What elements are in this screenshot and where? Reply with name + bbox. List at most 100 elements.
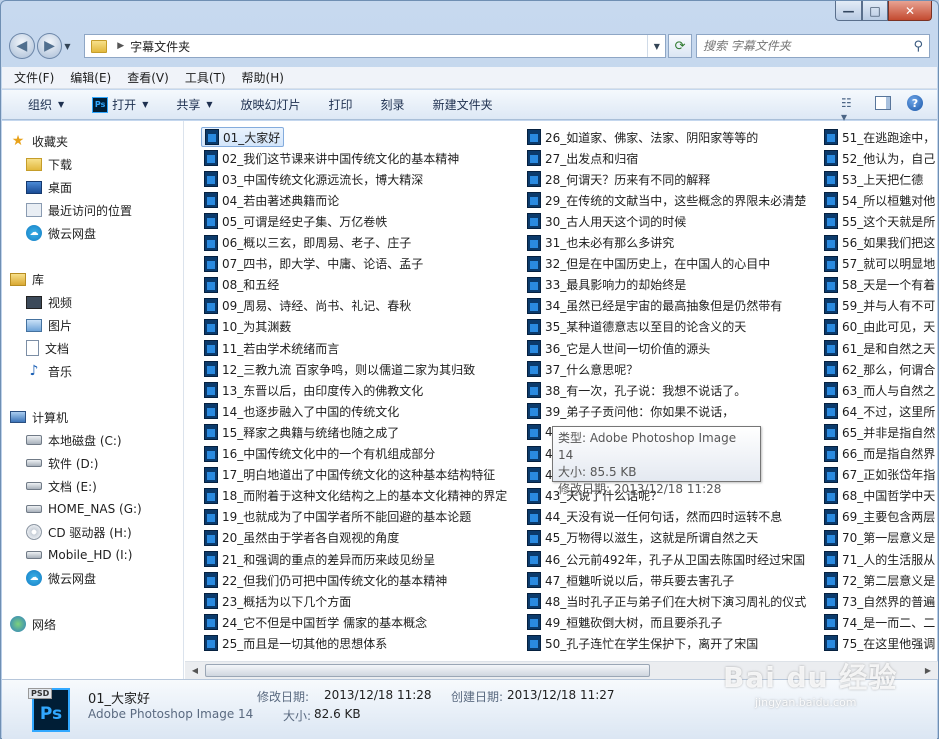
nav-downloads[interactable]: 下载 bbox=[26, 154, 72, 174]
scrollbar-thumb[interactable] bbox=[205, 664, 650, 677]
change-view-icon[interactable]: ☷ ▾ bbox=[841, 96, 859, 124]
nav-computer[interactable]: 计算机 bbox=[10, 407, 68, 427]
file-item[interactable]: 63_而人与自然之 bbox=[821, 380, 938, 400]
file-item[interactable]: 58_天是一个有着 bbox=[821, 275, 938, 295]
scroll-right-icon[interactable]: ▶ bbox=[920, 663, 936, 678]
file-item[interactable]: 52_他认为，自己 bbox=[821, 148, 938, 168]
file-item[interactable]: 33_最具影响力的却始终是 bbox=[524, 275, 689, 295]
file-item[interactable]: 31_也未必有那么多讲究 bbox=[524, 233, 677, 253]
file-item[interactable]: 70_第一层意义是 bbox=[821, 528, 938, 548]
file-item[interactable]: 51_在逃跑途中， bbox=[821, 127, 938, 147]
file-item[interactable]: 21_和强调的重点的差异而历来歧见纷呈 bbox=[201, 549, 438, 569]
file-item[interactable]: 01_大家好 bbox=[201, 127, 285, 147]
nav-drive-e[interactable]: 文档 (E:) bbox=[26, 476, 97, 496]
maximize-button[interactable]: □ bbox=[862, 1, 888, 21]
open-button[interactable]: Ps 打开 ▼ bbox=[92, 96, 148, 113]
file-item[interactable]: 20_虽然由于学者各自观视的角度 bbox=[201, 528, 402, 548]
file-item[interactable]: 48_当时孔子正与弟子们在大树下演习周礼的仪式 bbox=[524, 591, 809, 611]
file-item[interactable]: 09_周易、诗经、尚书、礼记、春秋 bbox=[201, 296, 414, 316]
menu-view[interactable]: 查看(V) bbox=[127, 69, 169, 86]
nav-recent-places[interactable]: 最近访问的位置 bbox=[26, 200, 132, 220]
file-item[interactable]: 39_弟子子贡问他：你如果不说话， bbox=[524, 401, 737, 421]
file-item[interactable]: 06_概以三玄，即周易、老子、庄子 bbox=[201, 233, 414, 253]
file-item[interactable]: 71_人的生活服从 bbox=[821, 549, 938, 569]
nav-drive-h[interactable]: CD 驱动器 (H:) bbox=[26, 522, 132, 542]
file-item[interactable]: 74_是一而二、二 bbox=[821, 612, 938, 632]
file-item[interactable]: 57_就可以明显地 bbox=[821, 254, 938, 274]
back-button[interactable]: ◀ bbox=[9, 33, 35, 59]
file-item[interactable]: 13_东晋以后，由印度传入的佛教文化 bbox=[201, 380, 426, 400]
file-item[interactable]: 12_三教九流 百家争鸣，则以儒道二家为其归致 bbox=[201, 359, 478, 379]
file-item[interactable]: 37_什么意思呢？ bbox=[524, 359, 641, 379]
nav-favorites[interactable]: ★ 收藏夹 bbox=[10, 131, 68, 151]
address-dropdown[interactable]: ▼ bbox=[647, 35, 665, 57]
menu-file[interactable]: 文件(F) bbox=[14, 69, 54, 86]
file-item[interactable]: 50_孔子连忙在学生保护下，离开了宋国 bbox=[524, 633, 761, 653]
horizontal-scrollbar[interactable]: ◀ ▶ bbox=[185, 661, 938, 679]
file-item[interactable]: 62_那么，何谓合 bbox=[821, 359, 938, 379]
file-item[interactable]: 47_桓魋听说以后，带兵要去害孔子 bbox=[524, 570, 737, 590]
file-item[interactable]: 23_概括为以下几个方面 bbox=[201, 591, 354, 611]
file-item[interactable]: 35_某种道德意志以至目的论含义的天 bbox=[524, 317, 749, 337]
file-item[interactable]: 05_可谓是经史子集、万亿卷帙 bbox=[201, 211, 390, 231]
file-item[interactable]: 73_自然界的普遍 bbox=[821, 591, 938, 611]
refresh-button[interactable]: ⟳ bbox=[668, 34, 692, 58]
file-item[interactable]: 49_桓魋砍倒大树，而且要杀孔子 bbox=[524, 612, 725, 632]
nav-drive-i[interactable]: Mobile_HD (I:) bbox=[26, 545, 132, 565]
help-icon[interactable]: ? bbox=[907, 95, 923, 111]
slideshow-button[interactable]: 放映幻灯片 bbox=[241, 96, 301, 113]
menu-tools[interactable]: 工具(T) bbox=[185, 69, 226, 86]
file-item[interactable]: 65_并非是指自然 bbox=[821, 422, 938, 442]
new-folder-button[interactable]: 新建文件夹 bbox=[433, 96, 493, 113]
file-item[interactable]: 02_我们这节课来讲中国传统文化的基本精神 bbox=[201, 148, 462, 168]
nav-network[interactable]: 网络 bbox=[10, 614, 56, 634]
preview-pane-icon[interactable] bbox=[875, 96, 891, 110]
search-box[interactable]: ⚲ bbox=[695, 34, 930, 58]
file-item[interactable]: 27_出发点和归宿 bbox=[524, 148, 641, 168]
forward-button[interactable]: ▶ bbox=[36, 33, 63, 59]
file-item[interactable]: 26_如道家、佛家、法家、阴阳家等等的 bbox=[524, 127, 761, 147]
file-item[interactable]: 72_第二层意义是 bbox=[821, 570, 938, 590]
file-item[interactable]: 15_释家之典籍与统绪也随之成了 bbox=[201, 422, 402, 442]
menu-edit[interactable]: 编辑(E) bbox=[70, 69, 111, 86]
file-item[interactable]: 69_主要包含两层 bbox=[821, 507, 938, 527]
file-item[interactable]: 64_不过，这里所 bbox=[821, 401, 938, 421]
file-item[interactable]: 18_而附着于这种文化结构之上的基本文化精神的界定 bbox=[201, 486, 510, 506]
file-item[interactable]: 22_但我们仍可把中国传统文化的基本精神 bbox=[201, 570, 450, 590]
file-item[interactable]: 67_正如张岱年指 bbox=[821, 465, 938, 485]
file-item[interactable]: 38_有一次，孔子说：我想不说话了。 bbox=[524, 380, 749, 400]
minimize-button[interactable]: — bbox=[835, 1, 862, 21]
file-item[interactable]: 53_上天把仁德 bbox=[821, 169, 926, 189]
search-input[interactable] bbox=[702, 39, 914, 53]
file-item[interactable]: 25_而且是一切其他的思想体系 bbox=[201, 633, 390, 653]
nav-libraries[interactable]: 库 bbox=[10, 269, 44, 289]
nav-drive-g[interactable]: HOME_NAS (G:) bbox=[26, 499, 142, 519]
file-item[interactable]: 44_天没有说一任何句话，然而四时运转不息 bbox=[524, 507, 785, 527]
nav-pictures[interactable]: 图片 bbox=[26, 315, 72, 335]
file-item[interactable]: 75_在这里他强调 bbox=[821, 633, 938, 653]
file-item[interactable]: 61_是和自然之天 bbox=[821, 338, 938, 358]
file-item[interactable]: 04_若由著述典籍而论 bbox=[201, 190, 342, 210]
nav-weiyun-favorite[interactable]: ☁ 微云网盘 bbox=[26, 223, 96, 243]
address-bar[interactable]: ▶ 字幕文件夹 ▼ bbox=[84, 34, 667, 58]
file-item[interactable]: 10_为其渊薮 bbox=[201, 317, 294, 337]
file-item[interactable]: 29_在传统的文献当中，这些概念的界限未必清楚 bbox=[524, 190, 809, 210]
file-item[interactable]: 19_也就成为了中国学者所不能回避的基本论题 bbox=[201, 507, 474, 527]
nav-documents[interactable]: 文档 bbox=[26, 338, 69, 358]
file-item[interactable]: 55_这个天就是所 bbox=[821, 211, 938, 231]
file-item[interactable]: 36_它是人世间一切价值的源头 bbox=[524, 338, 713, 358]
search-icon[interactable]: ⚲ bbox=[913, 39, 923, 54]
file-item[interactable]: 30_古人用天这个词的时候 bbox=[524, 211, 689, 231]
nav-videos[interactable]: 视频 bbox=[26, 292, 72, 312]
file-item[interactable]: 03_中国传统文化源远流长，博大精深 bbox=[201, 169, 426, 189]
print-button[interactable]: 打印 bbox=[329, 96, 353, 113]
file-item[interactable]: 11_若由学术统绪而言 bbox=[201, 338, 342, 358]
file-item[interactable]: 66_而是指自然界 bbox=[821, 444, 938, 464]
file-item[interactable]: 56_如果我们把这 bbox=[821, 233, 938, 253]
file-item[interactable]: 28_何谓天？历来有不同的解释 bbox=[524, 169, 713, 189]
scroll-left-icon[interactable]: ◀ bbox=[187, 663, 203, 678]
file-item[interactable]: 17_明白地道出了中国传统文化的这种基本结构特征 bbox=[201, 465, 498, 485]
file-item[interactable]: 59_并与人有不可 bbox=[821, 296, 938, 316]
file-item[interactable]: 14_也逐步融入了中国的传统文化 bbox=[201, 401, 402, 421]
nav-desktop[interactable]: 桌面 bbox=[26, 177, 72, 197]
